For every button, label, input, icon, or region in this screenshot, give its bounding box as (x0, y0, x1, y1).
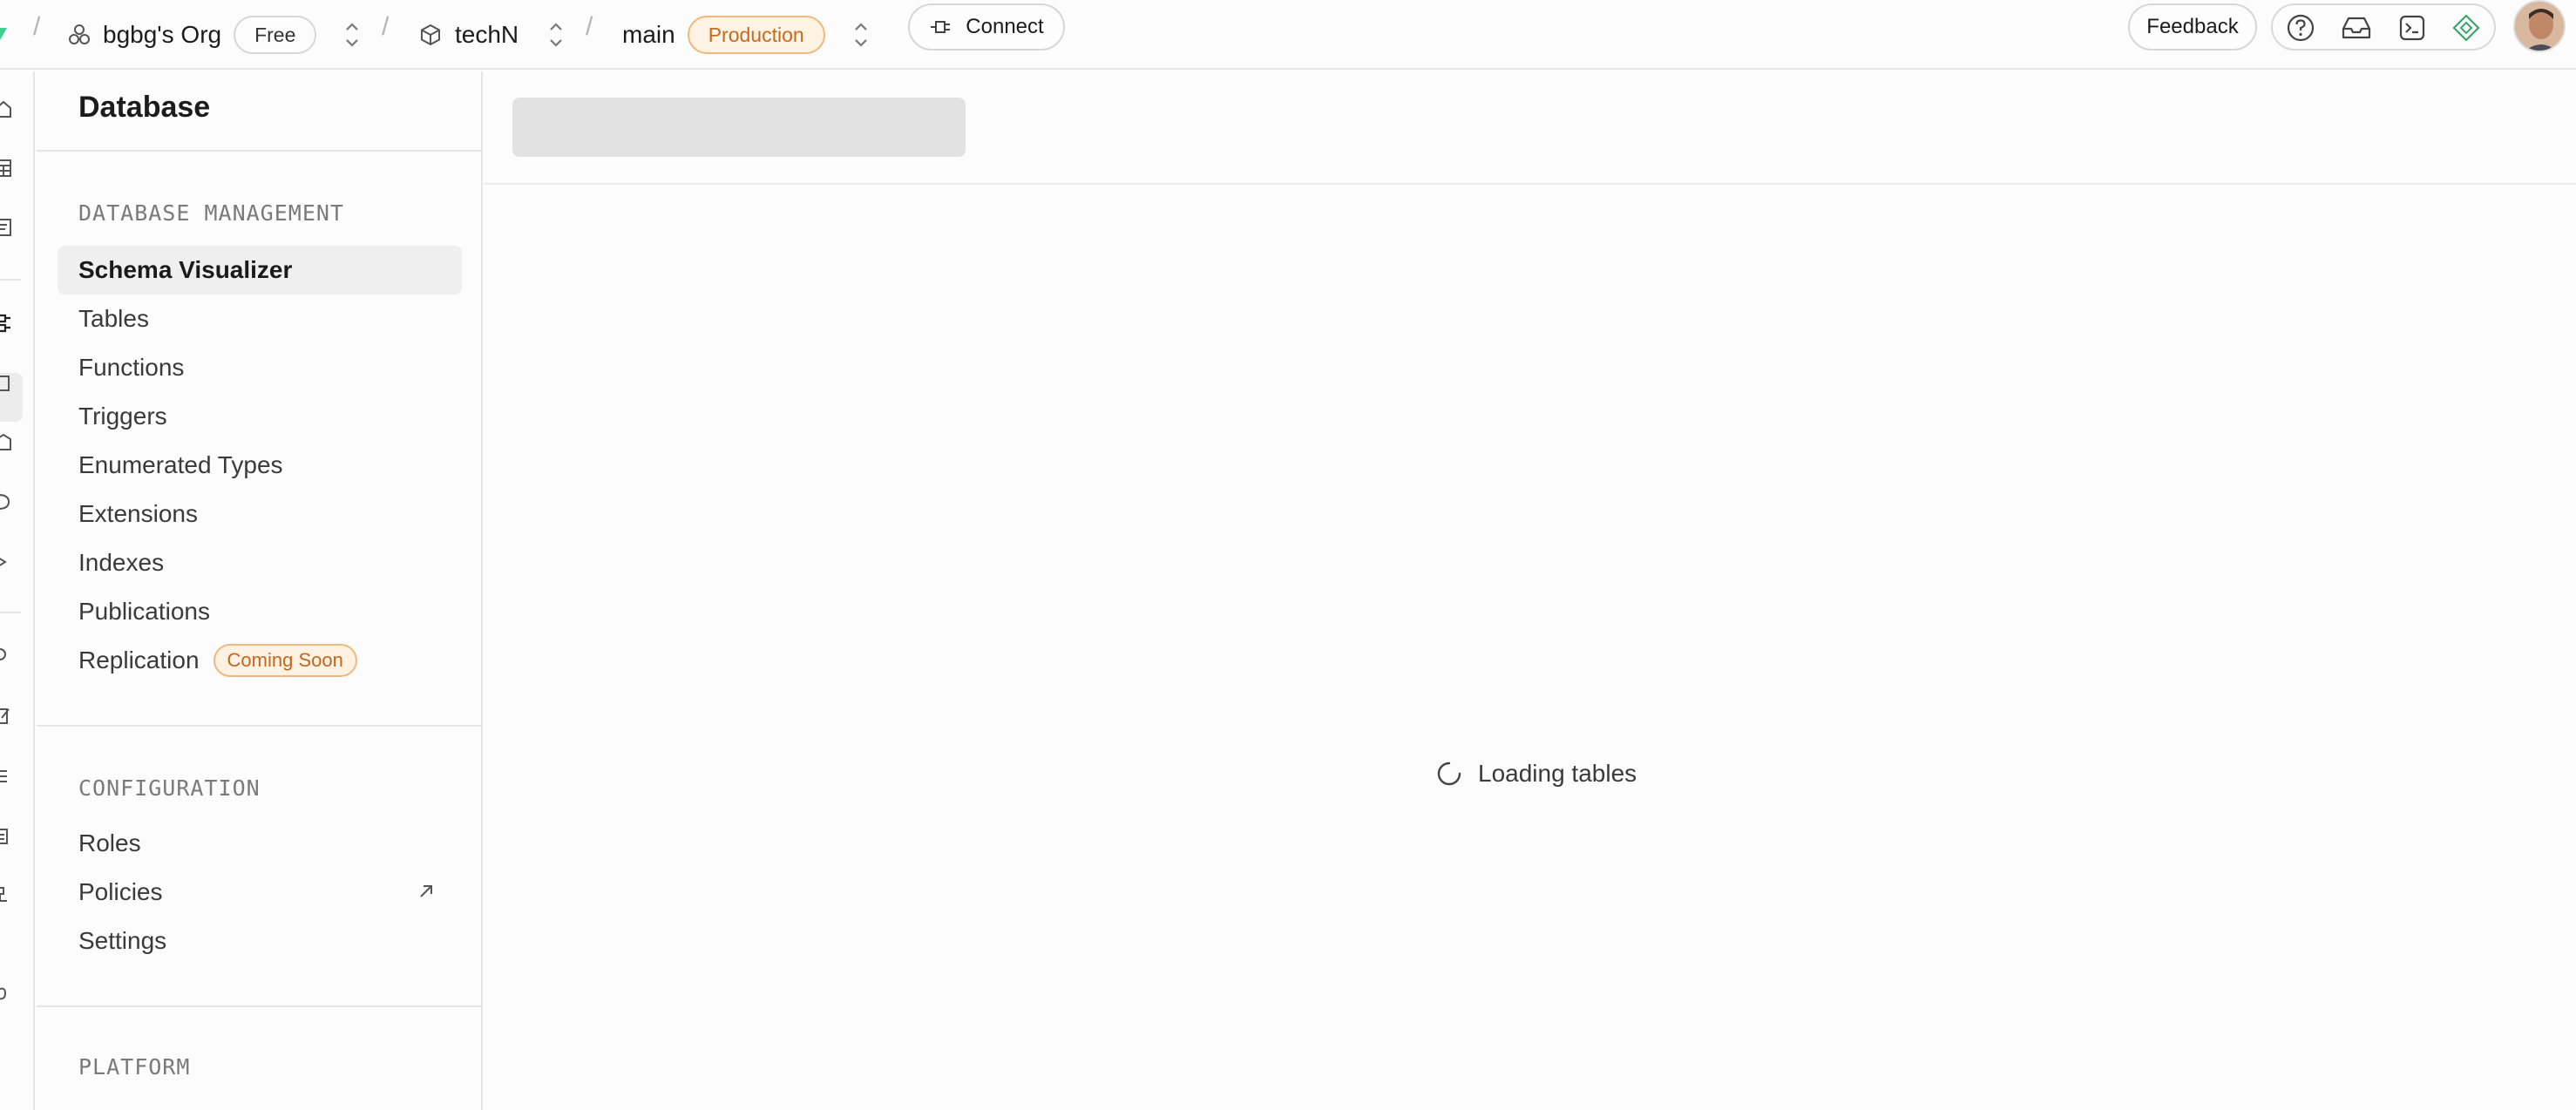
inbox-icon (2342, 17, 2371, 39)
sidebar-item-label: Indexes (78, 549, 165, 576)
sidebar-item-label: Functions (78, 354, 185, 381)
sidebar-item-indexes[interactable]: Indexes (58, 538, 462, 587)
sidebar-item-settings[interactable]: Settings (58, 917, 462, 965)
org-breadcrumb[interactable]: bgbg's Org Free (68, 0, 317, 70)
external-link-arrow-icon (420, 885, 432, 897)
sidebar-item-triggers[interactable]: Triggers (58, 392, 462, 441)
project-cube-icon (421, 24, 440, 46)
auth-icon[interactable] (0, 373, 12, 392)
help-button[interactable] (2283, 10, 2318, 45)
sidebar-item-label: Enumerated Types (78, 451, 283, 478)
main-header (485, 71, 2576, 185)
branch-name: main (622, 21, 675, 48)
main-content: Loading tables (485, 71, 2576, 1110)
project-settings-icon[interactable] (0, 985, 12, 1004)
branch-breadcrumb[interactable]: main Production (622, 0, 825, 70)
sidebar-item-schema-visualizer[interactable]: Schema Visualizer (58, 246, 462, 294)
advisors-icon[interactable] (0, 645, 12, 664)
project-switcher-chevron-icon[interactable] (547, 19, 565, 51)
supabase-logo-icon[interactable] (0, 23, 12, 44)
table-editor-icon[interactable] (0, 159, 12, 178)
api-docs-icon[interactable] (0, 826, 12, 845)
sidebar-item-extensions[interactable]: Extensions (58, 490, 462, 538)
connect-button[interactable]: Connect (908, 3, 1065, 51)
breadcrumb-separator: / (33, 12, 41, 41)
feedback-label: Feedback (2146, 15, 2239, 38)
plug-icon (931, 21, 951, 33)
edge-functions-icon[interactable] (0, 491, 12, 511)
sidebar-item-label: Triggers (78, 403, 167, 430)
database-sidebar: Database DATABASE MANAGEMENT Schema Visu… (37, 71, 483, 1110)
avatar-photo-icon (2515, 2, 2564, 51)
sidebar-divider (37, 725, 483, 727)
sidebar-item-label: Extensions (78, 500, 198, 527)
sidebar-item-policies[interactable]: Policies (58, 868, 462, 917)
sidebar-item-label: Publications (78, 598, 210, 625)
project-breadcrumb[interactable]: techN (418, 0, 519, 70)
project-name: techN (455, 21, 519, 48)
sidebar-item-label: Roles (78, 829, 141, 856)
help-icon (2287, 14, 2315, 42)
logs-icon[interactable] (0, 767, 12, 786)
breadcrumb-separator: / (586, 12, 593, 41)
realtime-icon[interactable] (0, 552, 12, 572)
section-heading-database-management: DATABASE MANAGEMENT (78, 200, 344, 226)
sidebar-item-label: Schema Visualizer (78, 256, 293, 283)
sidebar-item-label: Settings (78, 927, 167, 954)
sidebar-item-label: Policies (78, 878, 163, 905)
database-icon[interactable] (0, 314, 12, 333)
integrations-icon[interactable] (0, 885, 12, 904)
sidebar-title: Database (78, 91, 211, 124)
loading-indicator: Loading tables (1436, 760, 1637, 788)
loading-spinner-icon (1437, 761, 1461, 786)
sidebar-item-enumerated-types[interactable]: Enumerated Types (58, 441, 462, 490)
sidebar-divider (37, 150, 483, 152)
home-icon[interactable] (0, 99, 12, 118)
schema-selector-skeleton (512, 98, 966, 157)
environment-badge: Production (687, 16, 825, 54)
feedback-button[interactable]: Feedback (2128, 3, 2257, 51)
org-icon (69, 24, 90, 44)
rail-divider (0, 279, 21, 281)
sidebar-item-label: Replication (78, 646, 200, 673)
branch-switcher-chevron-icon[interactable] (852, 19, 870, 51)
sql-editor-icon[interactable] (0, 218, 12, 237)
org-switcher-chevron-icon[interactable] (343, 19, 361, 51)
sidebar-item-functions[interactable]: Functions (58, 343, 462, 392)
coming-soon-badge: Coming Soon (213, 644, 357, 677)
sidebar-item-roles[interactable]: Roles (58, 819, 462, 868)
sql-terminal-button[interactable] (2395, 10, 2430, 45)
section-heading-platform: PLATFORM (78, 1054, 191, 1080)
section-heading-configuration: CONFIGURATION (78, 775, 261, 801)
assistant-icon (2452, 14, 2480, 42)
top-navigation-bar: / bgbg's Org Free / techN / main Product… (0, 0, 2576, 70)
plan-badge: Free (234, 16, 317, 54)
rail-divider (0, 612, 21, 613)
sidebar-item-replication[interactable]: Replication Coming Soon (58, 636, 462, 685)
sidebar-divider (37, 1005, 483, 1007)
sidebar-item-tables[interactable]: Tables (58, 294, 462, 343)
user-avatar[interactable] (2513, 0, 2566, 52)
breadcrumb-separator: / (382, 12, 390, 41)
assistant-button[interactable] (2449, 10, 2484, 45)
reports-icon[interactable] (0, 706, 12, 725)
org-name: bgbg's Org (103, 21, 222, 48)
inbox-button[interactable] (2339, 10, 2374, 45)
sidebar-item-publications[interactable]: Publications (58, 587, 462, 636)
left-icon-rail (0, 71, 35, 1110)
loading-text: Loading tables (1478, 760, 1637, 787)
sidebar-item-label: Tables (78, 305, 149, 332)
storage-icon[interactable] (0, 432, 12, 451)
connect-label: Connect (966, 15, 1044, 38)
terminal-icon (2399, 15, 2425, 41)
